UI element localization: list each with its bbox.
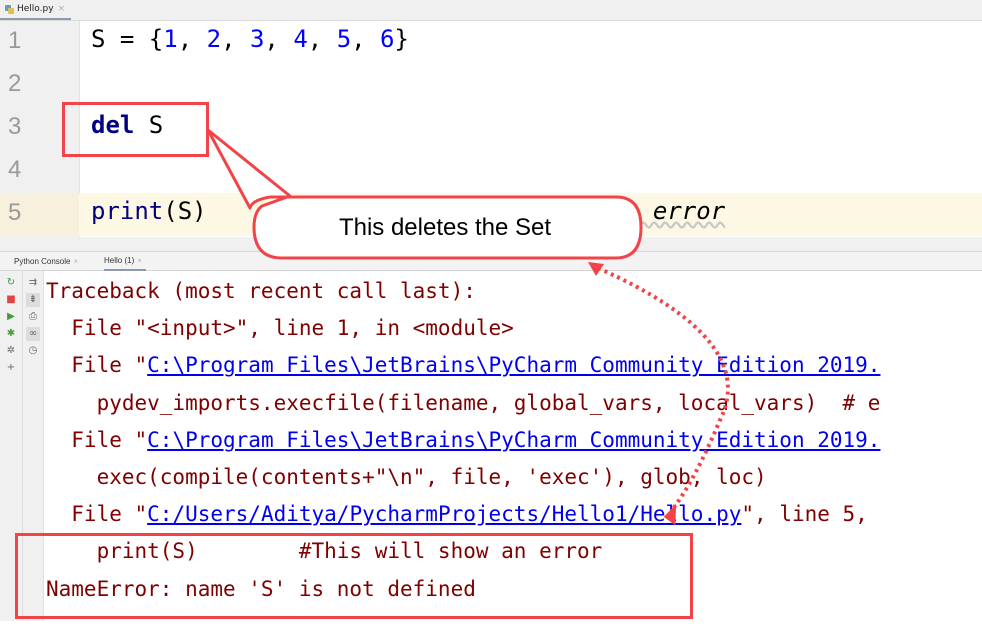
annotation-overlay bbox=[206, 128, 730, 526]
arrowhead-up bbox=[588, 262, 604, 276]
arrowhead-down bbox=[663, 503, 677, 526]
dotted-connector-arrow bbox=[597, 266, 730, 512]
callout-text: This deletes the Set bbox=[338, 214, 552, 241]
